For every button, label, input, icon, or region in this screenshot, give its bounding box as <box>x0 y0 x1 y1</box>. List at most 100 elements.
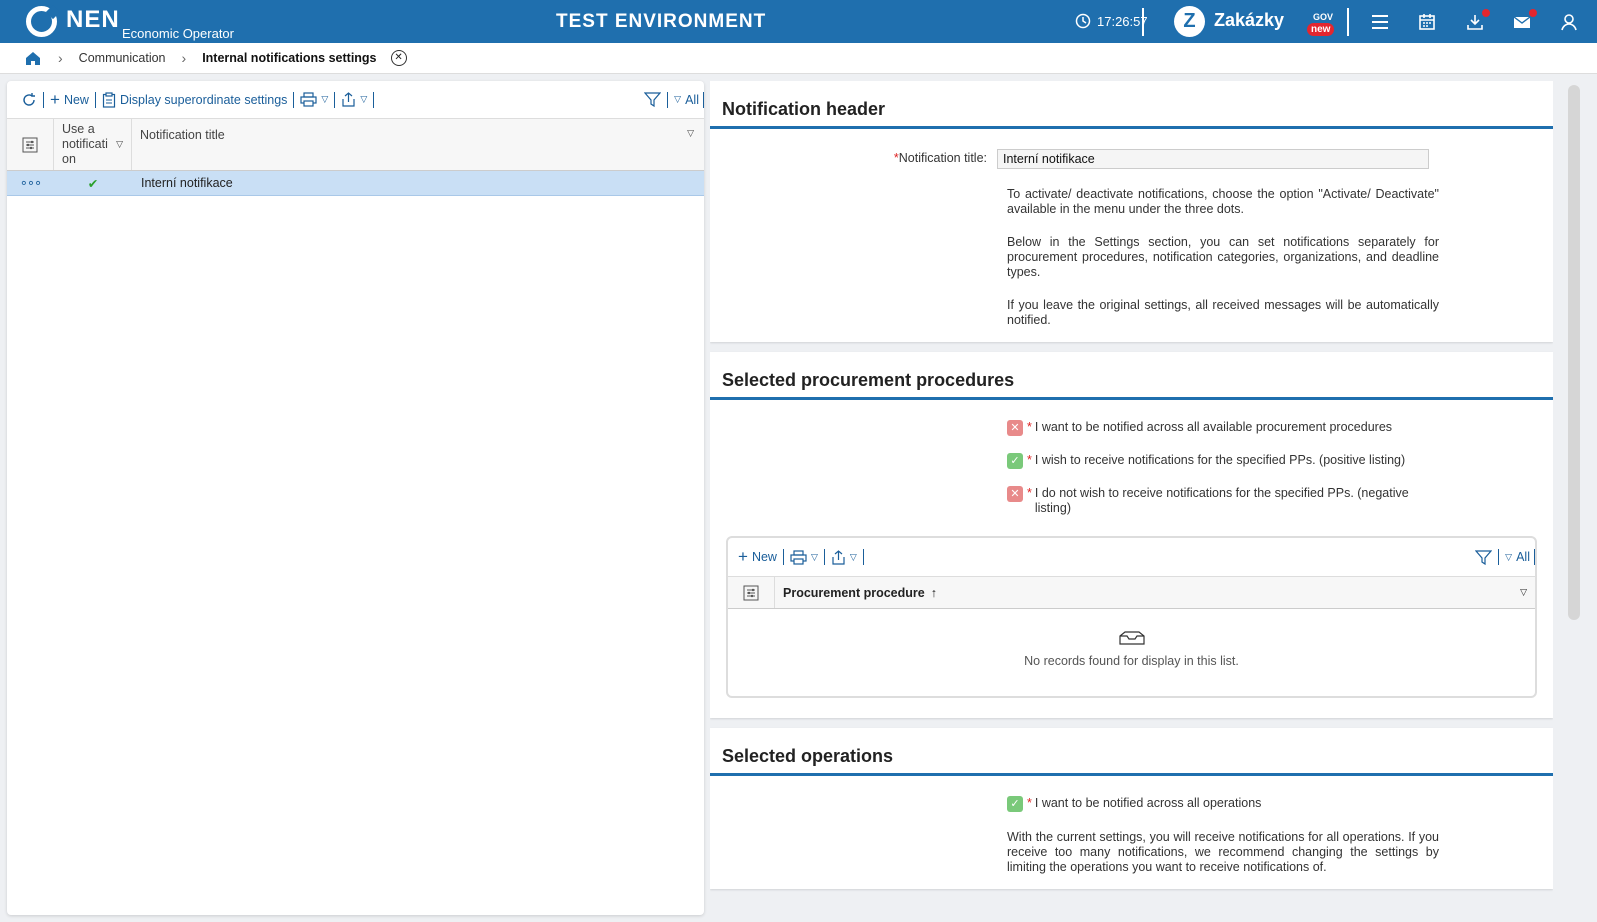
display-superordinate-settings-button[interactable]: Display superordinate settings <box>96 91 293 108</box>
notification-header-title: Notification header <box>710 81 1553 129</box>
caret-down-icon: ▽ <box>360 94 368 104</box>
info-activate: To activate/ deactivate notifications, c… <box>1007 187 1439 216</box>
procedures-title: Selected procurement procedures <box>710 352 1553 400</box>
notification-header-card: Notification header *Notification title:… <box>710 81 1553 342</box>
download-icon[interactable] <box>1464 9 1490 33</box>
option-negative-listing[interactable]: ✕ * I do not wish to receive notification… <box>1007 486 1437 516</box>
option-all-procedures[interactable]: ✕ * I want to be notified across all avai… <box>1007 420 1437 436</box>
breadcrumb-current: Internal notifications settings <box>202 51 377 65</box>
printer-icon <box>790 549 807 565</box>
procedures-card: Selected procurement procedures ✕ * I wan… <box>710 352 1553 718</box>
operations-title: Selected operations <box>710 728 1553 776</box>
plus-icon: + <box>738 547 748 566</box>
detail-scrollbar[interactable] <box>1568 85 1580 620</box>
mail-notification-dot <box>1529 9 1537 17</box>
filter-icon[interactable] <box>638 91 667 108</box>
procedures-new-label: New <box>751 550 777 564</box>
zakazky-label[interactable]: Zakázky <box>1214 10 1284 31</box>
printer-icon <box>300 92 318 107</box>
zakazky-logo-icon[interactable]: Z <box>1174 6 1205 37</box>
sort-up-icon: ↑ <box>930 585 937 600</box>
empty-state: No records found for display in this lis… <box>728 609 1535 668</box>
procedures-filter-icon[interactable] <box>1469 549 1498 566</box>
filter-all-label: All <box>685 92 699 107</box>
export-dropdown[interactable]: ▽ <box>335 92 373 107</box>
checkmark-icon: ✔ <box>87 176 99 191</box>
header-divider <box>1142 8 1144 36</box>
column-notification-title[interactable]: Notification title ▽ <box>132 119 704 170</box>
new-button[interactable]: + New <box>44 90 95 110</box>
column-settings-icon[interactable] <box>728 577 775 608</box>
row-menu-icon[interactable]: ∘∘∘ <box>7 175 54 191</box>
info-original: If you leave the original settings, all … <box>1007 298 1439 327</box>
user-icon[interactable] <box>1558 11 1580 33</box>
unchecked-x-icon[interactable]: ✕ <box>1007 486 1023 502</box>
table-row[interactable]: ∘∘∘ ✔ Interní notifikace <box>7 171 704 196</box>
caret-down-icon: ▽ <box>1505 551 1513 562</box>
new-label: New <box>63 92 89 107</box>
filter-all-dropdown[interactable]: ▽ All <box>668 93 703 107</box>
refresh-icon[interactable] <box>15 92 43 108</box>
option-all-operations[interactable]: ✓ * I want to be notified across all oper… <box>1007 796 1437 812</box>
grid-header: Use a notificati on ▽ Notification title… <box>7 118 704 171</box>
column-use-notification-label: Use a notificati on <box>62 122 108 166</box>
procedures-filter-all-dropdown[interactable]: ▽ All <box>1499 550 1534 564</box>
column-settings-icon[interactable] <box>7 119 54 170</box>
logo-text[interactable]: NEN <box>66 6 120 34</box>
caret-down-icon: ▽ <box>810 551 818 562</box>
notification-title-field[interactable]: Interní notifikace <box>997 149 1429 169</box>
column-use-notification[interactable]: Use a notificati on ▽ <box>54 119 132 170</box>
procedures-toolbar: + New ▽ ▽ ▽ All <box>728 538 1535 576</box>
chevron-right-icon: › <box>58 50 63 66</box>
home-icon[interactable] <box>24 49 42 67</box>
clipboard-icon <box>102 91 116 108</box>
logo-subtitle: Economic Operator <box>122 26 234 41</box>
nen-logo-icon[interactable] <box>26 6 57 37</box>
breadcrumb-communication[interactable]: Communication <box>79 51 166 65</box>
notifications-list-panel: + New Display superordinate settings ▽ ▽… <box>7 81 704 915</box>
zakazky-new-badge: new <box>1307 23 1335 36</box>
top-bar: NEN Economic Operator TEST ENVIRONMENT 1… <box>0 0 1597 43</box>
close-tab-icon[interactable]: ✕ <box>390 50 407 66</box>
environment-title: TEST ENVIRONMENT <box>556 11 767 32</box>
caret-down-icon: ▽ <box>1520 587 1527 597</box>
row-title: Interní notifikace <box>141 176 233 190</box>
empty-tray-icon <box>1118 631 1145 645</box>
calendar-icon[interactable] <box>1416 11 1438 33</box>
option-positive-listing[interactable]: ✓ * I wish to receive notifications for t… <box>1007 453 1437 469</box>
procedures-grid-header: Procurement procedure ↑ ▽ <box>728 576 1535 609</box>
procedures-grid: + New ▽ ▽ ▽ All Procurement procedure ↑ … <box>726 536 1537 698</box>
checked-icon[interactable]: ✓ <box>1007 453 1023 469</box>
procedures-print-dropdown[interactable]: ▽ <box>784 549 824 565</box>
notification-title-label: *Notification title: <box>893 151 987 165</box>
session-clock: 17:26:57 <box>1075 13 1148 29</box>
caret-down-icon: ▽ <box>321 94 329 104</box>
column-procurement-procedure-label: Procurement procedure <box>783 585 925 600</box>
column-procurement-procedure[interactable]: Procurement procedure ↑ ▽ <box>775 586 1535 600</box>
clock-time: 17:26:57 <box>1097 13 1148 29</box>
procedures-filter-all-label: All <box>1516 550 1530 564</box>
unchecked-x-icon[interactable]: ✕ <box>1007 420 1023 436</box>
caret-down-icon: ▽ <box>674 94 682 104</box>
caret-down-icon: ▽ <box>687 128 694 138</box>
list-toolbar: + New Display superordinate settings ▽ ▽… <box>7 81 704 118</box>
procedures-new-button[interactable]: + New <box>732 547 783 567</box>
column-notification-title-label: Notification title <box>140 128 225 142</box>
caret-down-icon: ▽ <box>849 551 857 562</box>
zakazky-gov: GOV <box>1313 12 1334 22</box>
caret-down-icon: ▽ <box>116 139 123 149</box>
mail-icon[interactable] <box>1511 9 1537 33</box>
breadcrumb: › Communication › Internal notifications… <box>0 43 1597 74</box>
operations-card: Selected operations ✓ * I want to be noti… <box>710 728 1553 889</box>
checked-icon[interactable]: ✓ <box>1007 796 1023 812</box>
clock-icon <box>1075 13 1091 29</box>
procedures-export-dropdown[interactable]: ▽ <box>825 549 863 565</box>
export-icon <box>832 549 845 565</box>
menu-icon[interactable] <box>1369 11 1391 33</box>
export-icon <box>342 92 355 107</box>
print-dropdown[interactable]: ▽ <box>294 92 334 107</box>
detail-panel: Notification header *Notification title:… <box>710 81 1553 915</box>
operations-info: With the current settings, you will rece… <box>1007 830 1439 874</box>
download-notification-dot <box>1482 9 1490 17</box>
superordinate-label: Display superordinate settings <box>119 92 288 107</box>
